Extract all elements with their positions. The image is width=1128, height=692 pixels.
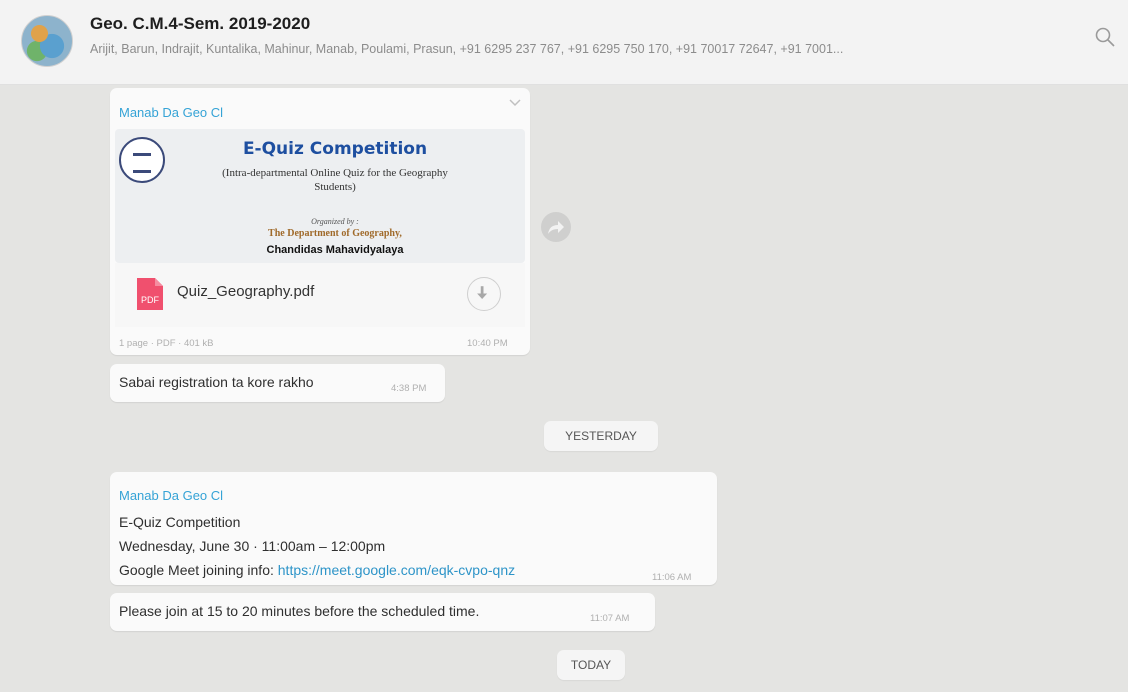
message-text: Sabai registration ta kore rakho bbox=[119, 374, 314, 390]
forward-icon bbox=[548, 221, 564, 234]
participants-list: Arijit, Barun, Indrajit, Kuntalika, Mahi… bbox=[90, 42, 844, 56]
group-title[interactable]: Geo. C.M.4-Sem. 2019-2020 bbox=[90, 14, 310, 34]
event-datetime: Wednesday, June 30 · 11:00am – 12:00pm bbox=[119, 538, 386, 554]
download-icon bbox=[477, 286, 488, 299]
meet-link[interactable]: https://meet.google.com/eqk-cvpo-qnz bbox=[278, 562, 515, 578]
event-message[interactable]: Manab Da Geo Cl E-Quiz Competition Wedne… bbox=[110, 472, 717, 585]
preview-subtitle: (Intra-departmental Online Quiz for the … bbox=[175, 166, 495, 194]
message-time: 4:38 PM bbox=[391, 383, 427, 394]
document-message[interactable]: Manab Da Geo Cl E-Quiz Competition (Intr… bbox=[110, 88, 530, 355]
preview-organized-by: Organized by : bbox=[311, 217, 359, 226]
download-button[interactable] bbox=[467, 277, 501, 311]
search-icon[interactable] bbox=[1093, 25, 1117, 49]
file-name[interactable]: Quiz_Geography.pdf bbox=[177, 283, 314, 300]
text-message[interactable]: Sabai registration ta kore rakho 4:38 PM bbox=[110, 364, 445, 402]
preview-subtitle-line: Students) bbox=[314, 181, 356, 193]
event-meet-info: Google Meet joining info: https://meet.g… bbox=[119, 562, 515, 578]
preview-college: Chandidas Mahavidyalaya bbox=[266, 244, 404, 256]
date-separator: YESTERDAY bbox=[544, 421, 658, 451]
college-logo bbox=[119, 137, 165, 183]
file-meta: 1 page · PDF · 401 kB bbox=[119, 338, 214, 349]
document-preview[interactable]: E-Quiz Competition (Intra-departmental O… bbox=[115, 129, 525, 263]
preview-title: E-Quiz Competition bbox=[242, 139, 428, 159]
group-avatar[interactable] bbox=[21, 15, 73, 67]
message-sender[interactable]: Manab Da Geo Cl bbox=[119, 105, 223, 120]
message-time: 10:40 PM bbox=[467, 338, 508, 349]
message-time: 11:07 AM bbox=[590, 613, 630, 624]
text-message[interactable]: Please join at 15 to 20 minutes before t… bbox=[110, 593, 655, 631]
date-separator: TODAY bbox=[557, 650, 625, 680]
event-title: E-Quiz Competition bbox=[119, 514, 241, 530]
pdf-badge-text: PDF bbox=[141, 295, 160, 305]
preview-subtitle-line: (Intra-departmental Online Quiz for the … bbox=[222, 167, 448, 179]
pdf-file-icon: PDF bbox=[137, 278, 163, 310]
file-attachment[interactable]: PDF Quiz_Geography.pdf bbox=[115, 263, 525, 327]
message-text: Please join at 15 to 20 minutes before t… bbox=[119, 603, 480, 619]
chat-header[interactable]: Geo. C.M.4-Sem. 2019-2020 Arijit, Barun,… bbox=[0, 0, 1128, 85]
preview-department: The Department of Geography, bbox=[268, 228, 402, 239]
conversation-panel[interactable]: Manab Da Geo Cl E-Quiz Competition (Intr… bbox=[0, 85, 1128, 692]
chevron-down-icon[interactable] bbox=[508, 98, 522, 108]
message-time: 11:06 AM bbox=[652, 572, 692, 583]
message-sender[interactable]: Manab Da Geo Cl bbox=[119, 488, 223, 503]
forward-button[interactable] bbox=[541, 212, 571, 242]
meet-info-label: Google Meet joining info: bbox=[119, 562, 278, 578]
